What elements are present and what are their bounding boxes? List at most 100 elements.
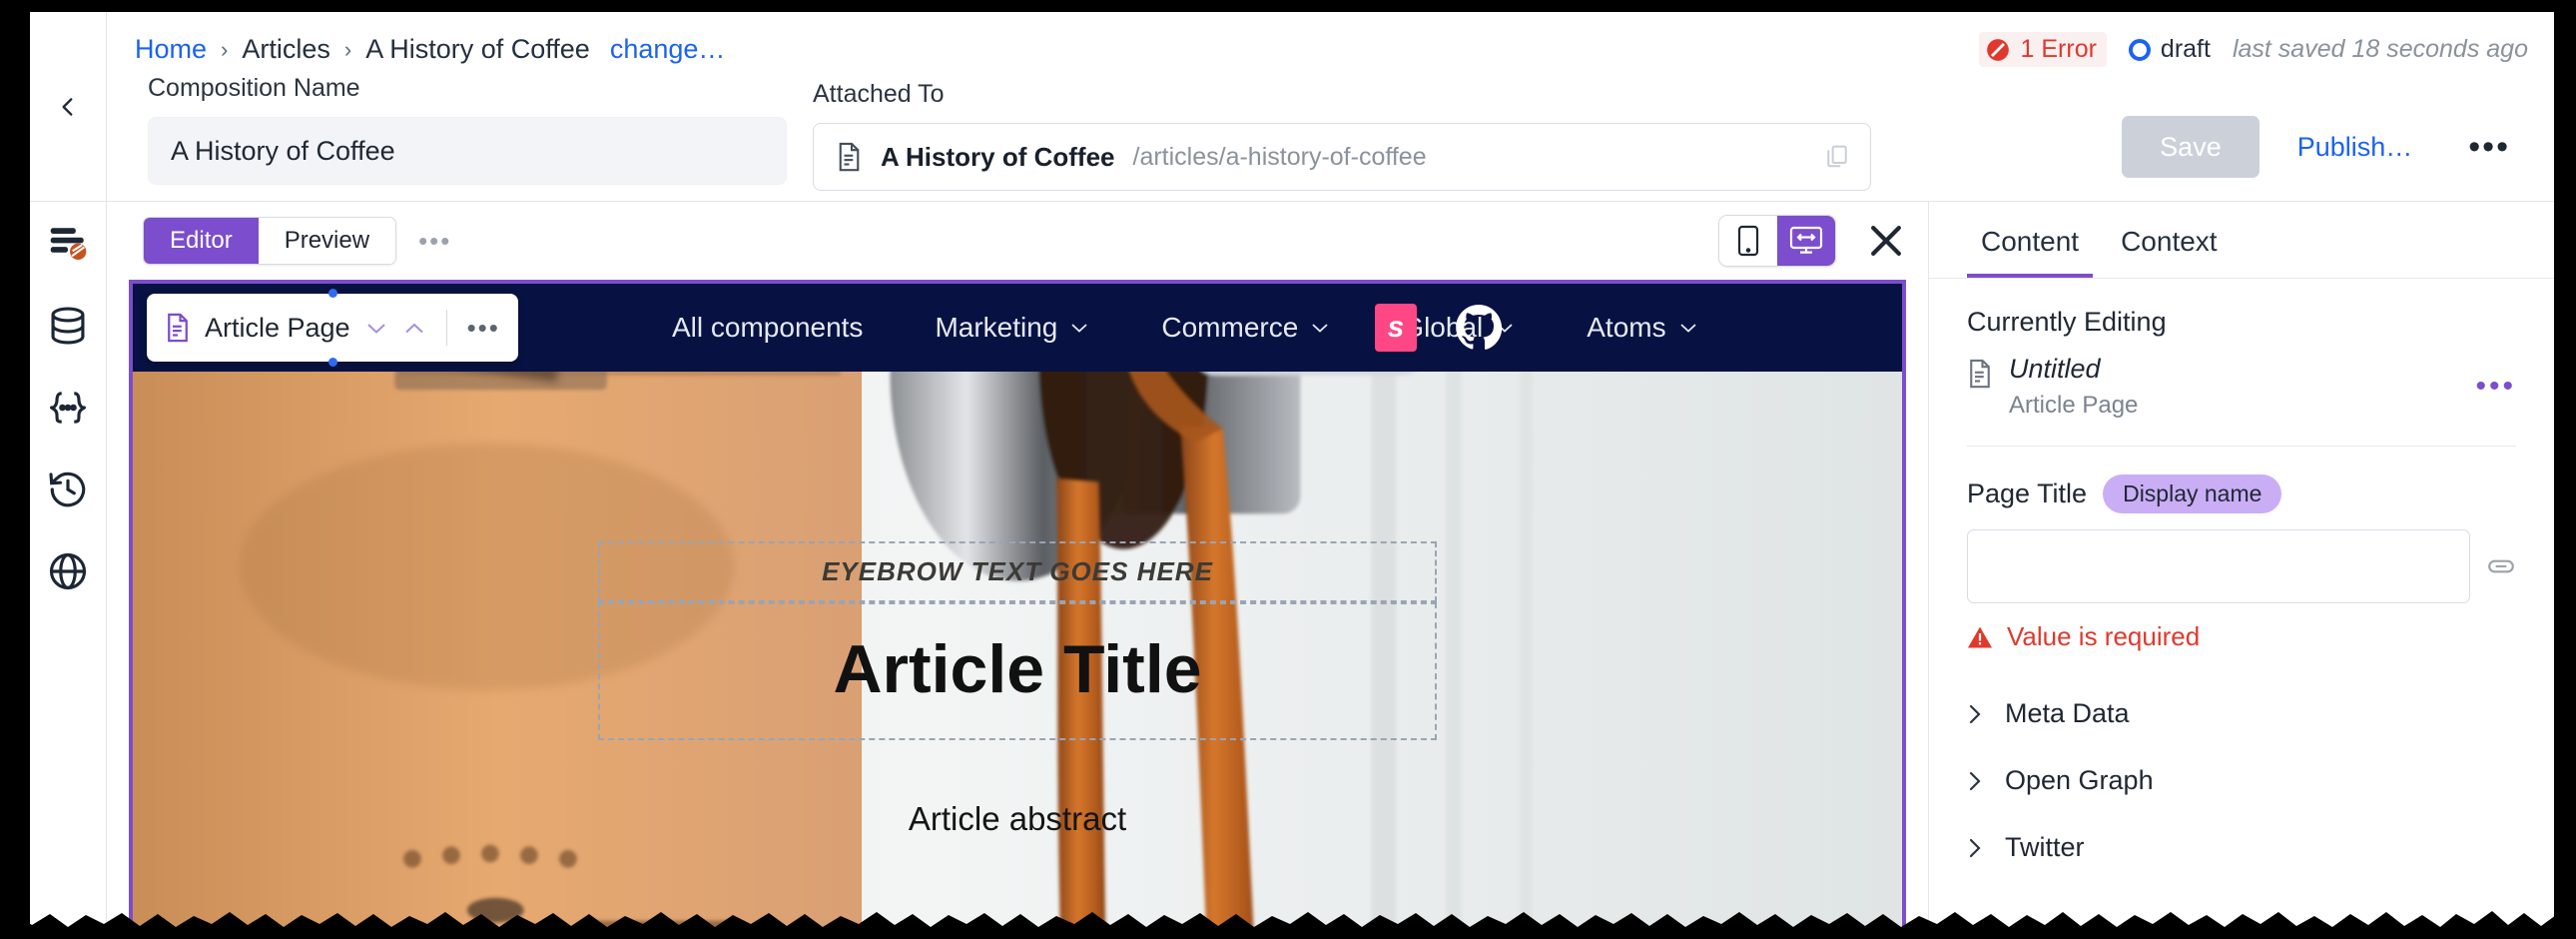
chevron-down-icon (1071, 324, 1087, 333)
nav-item-atoms[interactable]: Atoms (1587, 312, 1697, 344)
site-nav-logos: s (1375, 304, 1503, 352)
section-twitter[interactable]: Twitter (1967, 814, 2516, 881)
code-braces-icon[interactable] (46, 386, 90, 430)
chevron-right-icon (1969, 771, 1981, 790)
canvas-selection-outline: t All components Marketing Commerce (129, 280, 1906, 939)
nav-item-label: Marketing (935, 312, 1058, 343)
chevron-down-icon[interactable] (364, 321, 388, 336)
mobile-device-icon (1737, 225, 1759, 257)
draft-status: draft (2128, 35, 2211, 64)
tab-editor[interactable]: Editor (144, 218, 259, 264)
currently-editing-row[interactable]: Untitled Article Page ••• (1967, 354, 2516, 420)
chip-more-button[interactable]: ••• (467, 315, 500, 341)
component-selection-chip[interactable]: Article Page ••• (147, 289, 518, 367)
resize-handle-top[interactable] (327, 289, 337, 298)
document-icon (839, 142, 860, 172)
hero-eyebrow-slot[interactable]: EYEBROW TEXT GOES HERE (598, 541, 1437, 602)
nav-item-label: All components (672, 312, 864, 343)
error-icon (1986, 38, 2009, 61)
breadcrumb-item-articles[interactable]: Articles (242, 34, 330, 65)
preview-canvas: t All components Marketing Commerce (107, 280, 1906, 939)
hero-title-slot[interactable]: Article Title (598, 602, 1437, 740)
section-meta-data[interactable]: Meta Data (1967, 680, 2516, 747)
github-logo[interactable] (1455, 304, 1503, 352)
close-editor-button[interactable] (1864, 219, 1908, 263)
editor-mode-tabs: Editor Preview (143, 217, 397, 265)
app-window: Home › Articles › A History of Coffee ch… (30, 12, 2554, 939)
attached-to-group: Attached To A History of Coffee /article… (813, 80, 1871, 191)
breadcrumb-item-current: A History of Coffee (365, 34, 590, 64)
page-title-input[interactable] (1967, 529, 2470, 603)
copy-icon[interactable] (1826, 145, 1848, 169)
currently-editing-texts: Untitled Article Page (2009, 354, 2138, 420)
chevron-down-icon (1679, 324, 1696, 333)
warning-icon (1968, 626, 1992, 647)
attached-to-field[interactable]: A History of Coffee /articles/a-history-… (813, 123, 1871, 191)
breadcrumb-separator: › (343, 36, 352, 62)
composition-name-group: Composition Name A History of Coffee (148, 74, 787, 185)
breadcrumb-change-link[interactable]: change… (610, 34, 726, 65)
panel-divider (1967, 446, 2516, 447)
section-label: Meta Data (2005, 698, 2130, 728)
nav-item-label: Atoms (1587, 312, 1666, 343)
chevron-right-icon (1969, 704, 1981, 723)
hero-section: DECAF (133, 372, 1902, 939)
hero-content-slots: EYEBROW TEXT GOES HERE Article Title Art… (133, 541, 1902, 838)
chip-label: Article Page (205, 312, 350, 343)
error-badge[interactable]: 1 Error (1978, 32, 2107, 67)
nav-item-all-components[interactable]: All components (672, 312, 863, 344)
storybook-logo[interactable]: s (1375, 304, 1417, 352)
editor-area: Editor Preview ••• All components Market… (107, 202, 1928, 939)
chip-divider (445, 310, 447, 346)
currently-editing-heading: Currently Editing (1967, 307, 2167, 337)
desktop-responsive-button[interactable] (1777, 216, 1835, 266)
panel-tabs: Content Context (1929, 202, 2554, 279)
torn-edge-decoration (0, 911, 2576, 939)
chevron-up-icon[interactable] (402, 321, 426, 336)
tab-content[interactable]: Content (1967, 216, 2094, 278)
composition-icon[interactable] (46, 222, 90, 266)
breadcrumb-item-home[interactable]: Home (135, 34, 207, 65)
resize-handle-bottom[interactable] (327, 358, 337, 367)
save-button[interactable]: Save (2122, 116, 2259, 178)
editor-toolbar-right (1718, 215, 1908, 267)
tab-context[interactable]: Context (2107, 216, 2232, 278)
mobile-device-button[interactable] (1719, 216, 1777, 266)
breadcrumb-separator: › (221, 36, 229, 62)
screenshot-frame: Home › Articles › A History of Coffee ch… (0, 0, 2576, 939)
site-nav-items: All components Marketing Commerce Global (672, 284, 1698, 372)
composition-name-input[interactable]: A History of Coffee (148, 117, 787, 185)
attached-to-path: /articles/a-history-of-coffee (1132, 142, 1427, 171)
more-options-button[interactable]: ••• (2450, 130, 2528, 164)
panel-body: Currently Editing Untitled Article Page … (1929, 279, 2554, 881)
editor-more-button[interactable]: ••• (418, 228, 451, 254)
page-title-error: Value is required (1967, 621, 2516, 652)
globe-icon[interactable] (46, 549, 90, 593)
link-icon[interactable] (2486, 551, 2516, 581)
draft-ring-icon (2128, 38, 2151, 61)
chevron-right-icon (1969, 838, 1981, 857)
database-icon[interactable] (46, 304, 90, 348)
last-saved-text: last saved 18 seconds ago (2232, 35, 2528, 63)
attached-to-label: Attached To (813, 80, 945, 108)
composition-name-label: Composition Name (148, 74, 360, 102)
history-icon[interactable] (46, 468, 90, 511)
nav-item-commerce[interactable]: Commerce (1161, 312, 1330, 344)
publish-button[interactable]: Publish… (2269, 132, 2441, 163)
section-label: Open Graph (2005, 765, 2154, 795)
section-open-graph[interactable]: Open Graph (1967, 747, 2516, 814)
display-name-badge: Display name (2103, 474, 2282, 513)
nav-item-label: Commerce (1161, 312, 1299, 343)
close-icon (1871, 226, 1901, 256)
device-toggle-group (1718, 215, 1836, 267)
currently-editing-more-button[interactable]: ••• (2475, 372, 2516, 402)
back-button[interactable] (30, 12, 107, 202)
action-buttons: Save Publish… ••• (2122, 116, 2528, 178)
left-icon-rail (30, 202, 107, 939)
currently-editing-name: Untitled (2009, 354, 2101, 384)
tab-preview[interactable]: Preview (258, 218, 396, 264)
panel-accordion: Meta Data Open Graph Twitter (1967, 680, 2516, 881)
section-label: Twitter (2005, 832, 2085, 862)
nav-item-marketing[interactable]: Marketing (935, 312, 1089, 344)
hero-abstract-slot[interactable]: Article abstract (598, 740, 1437, 838)
